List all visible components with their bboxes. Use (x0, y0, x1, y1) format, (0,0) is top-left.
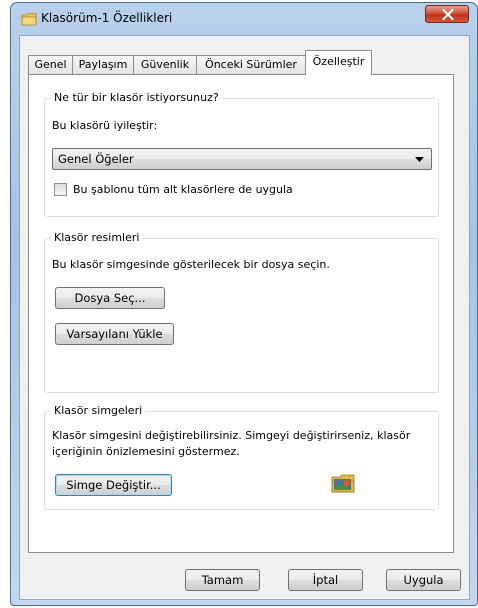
tab-customize[interactable]: Özelleştir (305, 50, 372, 75)
window-title: Klasörüm-1 Özellikleri (41, 11, 173, 25)
folder-icon (21, 13, 37, 26)
folder-icons-group: Klasör simgeleri Klasör simgesini değişt… (44, 404, 439, 510)
folder-icons-legend: Klasör simgeleri (51, 404, 146, 417)
apply-subfolders-label[interactable]: Bu şablonu tüm alt klasörlere de uygula (73, 183, 293, 196)
apply-subfolders-checkbox[interactable] (54, 183, 67, 196)
tab-security[interactable]: Güvenlik (133, 55, 197, 74)
folder-pictures-legend: Klasör resimleri (51, 231, 143, 244)
optimize-label: Bu klasörü iyileştir: (52, 119, 158, 132)
folder-icons-description-line1: Klasör simgesini değiştirebilirsiniz. Si… (52, 429, 411, 442)
restore-default-button[interactable]: Varsayılanı Yükle (55, 323, 174, 345)
tab-previous-versions[interactable]: Önceki Sürümler (196, 55, 306, 74)
properties-dialog: Klasörüm-1 Özellikleri Genel Paylaşım Gü… (10, 2, 478, 606)
tab-general[interactable]: Genel (28, 55, 73, 74)
folder-type-group: Ne tür bir klasör istiyorsunuz? Bu klasö… (44, 91, 439, 217)
close-button[interactable] (425, 5, 469, 23)
title-bar[interactable]: Klasörüm-1 Özellikleri (11, 3, 477, 31)
folder-pictures-description: Bu klasör simgesinde gösterilecek bir do… (52, 258, 330, 271)
close-icon (442, 9, 454, 20)
folder-pictures-group: Klasör resimleri Bu klasör simgesinde gö… (44, 231, 439, 393)
folder-type-legend: Ne tür bir klasör istiyorsunuz? (51, 91, 222, 104)
dialog-client-area: Genel Paylaşım Güvenlik Önceki Sürümler … (19, 35, 470, 600)
folder-preview-icon (331, 474, 355, 493)
chevron-down-icon (415, 157, 424, 162)
cancel-button[interactable]: İptal (288, 569, 363, 591)
apply-button[interactable]: Uygula (386, 569, 461, 591)
folder-type-dropdown[interactable]: Genel Öğeler (52, 148, 432, 170)
customize-panel: Ne tür bir klasör istiyorsunuz? Bu klasö… (28, 74, 454, 553)
folder-icons-description-line2: içeriğinin önizlemesini göstermez. (52, 445, 240, 458)
folder-type-value: Genel Öğeler (58, 152, 134, 166)
choose-file-button[interactable]: Dosya Seç... (55, 287, 165, 309)
change-icon-button[interactable]: Simge Değiştir... (55, 474, 172, 496)
tab-sharing[interactable]: Paylaşım (72, 55, 134, 74)
ok-button[interactable]: Tamam (185, 569, 260, 591)
